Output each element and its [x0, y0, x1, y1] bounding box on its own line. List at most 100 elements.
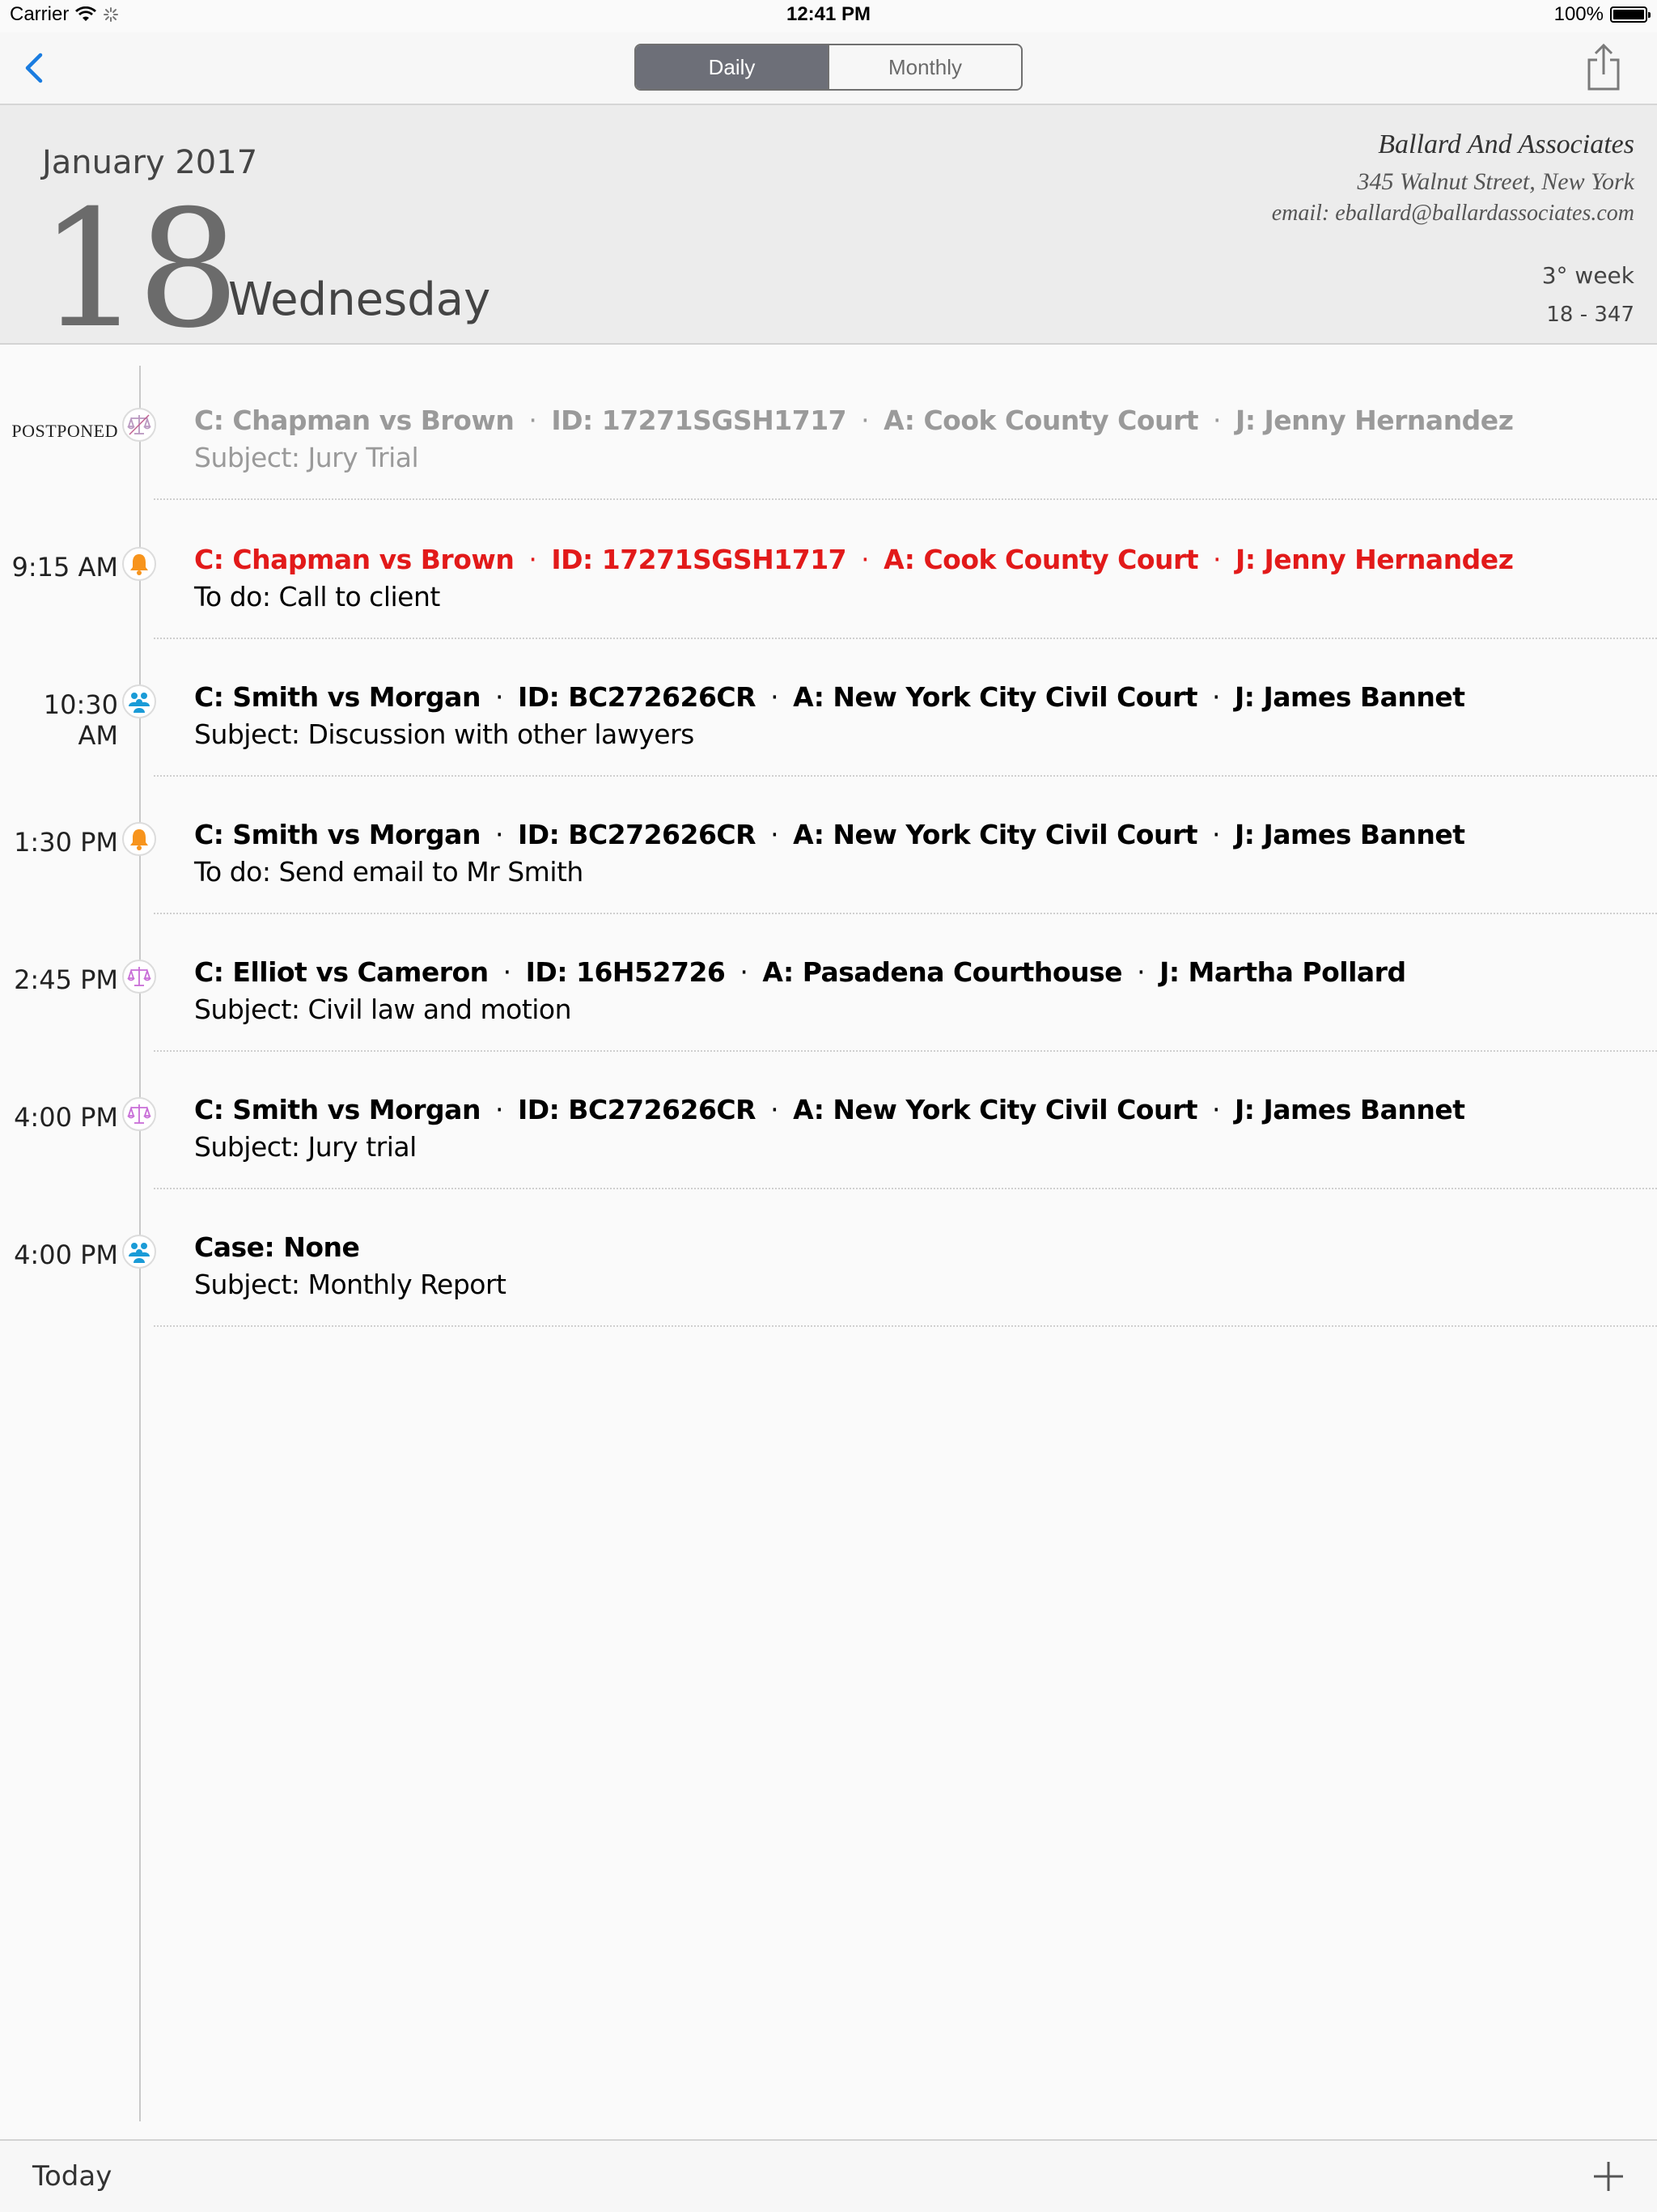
share-button[interactable] — [1583, 42, 1625, 94]
firm-info: Ballard And Associates 345 Walnut Street… — [1272, 129, 1634, 227]
event-row[interactable]: 4:00 PM C: Smith vs Morgan · ID: BC272626CR… — [0, 1094, 1657, 1241]
scales-icon — [127, 1104, 151, 1124]
event-court: A: Cook County Court — [884, 405, 1199, 436]
battery-percent: 100% — [1553, 3, 1604, 25]
separator: · — [1213, 544, 1222, 575]
event-subject: Subject: Jury trial — [194, 1131, 417, 1163]
scales-icon — [127, 414, 151, 435]
event-type-badge — [122, 960, 156, 994]
back-chevron-icon — [25, 53, 43, 83]
separator: · — [770, 819, 779, 850]
share-icon — [1587, 43, 1620, 91]
event-case-id: ID: 17271SGSH1717 — [551, 544, 847, 575]
week-number: 3° week — [1541, 262, 1634, 289]
event-court: A: Pasadena Courthouse — [762, 956, 1123, 988]
event-subject: Subject: Discussion with other lawyers — [194, 718, 694, 750]
event-judge: J: James Bannet — [1235, 681, 1465, 713]
event-row[interactable]: 9:15 AM C: Chapman vs Brown · ID: 17271SGSH… — [0, 544, 1657, 691]
event-judge: J: Jenny Hernandez — [1235, 405, 1514, 436]
meeting-icon — [129, 1243, 150, 1263]
separator: · — [1212, 681, 1221, 713]
separator: · — [1213, 405, 1222, 436]
event-judge: J: Martha Pollard — [1159, 956, 1406, 988]
event-subject: Subject: Monthly Report — [194, 1269, 506, 1300]
event-type-badge — [122, 408, 156, 442]
event-case: C: Chapman vs Brown — [194, 544, 515, 575]
event-time: 2:45 PM — [14, 964, 118, 995]
view-mode-segmented-control: Daily Monthly — [634, 44, 1023, 91]
event-title: C: Smith vs Morgan · ID: BC272626CR · A: New… — [194, 819, 1465, 850]
scales-icon — [127, 967, 151, 986]
event-case: Case: None — [194, 1231, 360, 1263]
segment-daily[interactable]: Daily — [636, 45, 828, 89]
separator: · — [1212, 819, 1221, 850]
event-title: C: Elliot vs Cameron · ID: 16H52726 · A: Pas… — [194, 956, 1406, 988]
row-divider — [154, 638, 1657, 639]
separator: · — [861, 544, 870, 575]
postponed-label: POSTPONED — [11, 421, 118, 441]
clock: 12:41 PM — [786, 3, 871, 25]
event-title: Case: None — [194, 1231, 360, 1263]
separator: · — [740, 956, 748, 988]
event-time: 9:15 AM — [11, 552, 118, 583]
event-title: C: Smith vs Morgan · ID: BC272626CR · A: New… — [194, 1094, 1465, 1125]
event-time: 1:30 PM — [14, 827, 118, 858]
row-divider — [154, 1050, 1657, 1052]
event-type-badge — [122, 684, 156, 718]
event-court: A: Cook County Court — [884, 544, 1199, 575]
event-case: C: Smith vs Morgan — [194, 681, 481, 713]
status-bar: Carrier 12:41 PM 100% — [0, 0, 1657, 32]
event-row[interactable]: 10:30 AM C: Smith vs Morgan · ID: BC272626C… — [0, 681, 1657, 828]
separator: · — [861, 405, 870, 436]
event-title: C: Chapman vs Brown · ID: 17271SGSH1717 · A:… — [194, 544, 1514, 575]
separator: · — [494, 819, 504, 850]
event-subject: To do: Send email to Mr Smith — [194, 856, 583, 888]
event-type-badge — [122, 822, 156, 856]
event-row[interactable]: 2:45 PM C: Elliot vs Cameron · ID: 16H52726… — [0, 956, 1657, 1104]
row-divider — [154, 498, 1657, 500]
row-divider — [154, 775, 1657, 777]
bottom-toolbar: Today — [0, 2139, 1657, 2212]
event-case: C: Smith vs Morgan — [194, 819, 481, 850]
event-time: 4:00 PM — [14, 1239, 118, 1270]
date-header: January 2017 18 Wednesday Ballard And As… — [0, 105, 1657, 351]
event-case: C: Smith vs Morgan — [194, 1094, 481, 1125]
firm-address: 345 Walnut Street, New York — [1357, 168, 1634, 195]
bell-icon — [130, 554, 148, 575]
back-button[interactable] — [18, 50, 53, 86]
event-time: 10:30 AM — [43, 689, 118, 751]
separator: · — [770, 1094, 779, 1125]
separator: · — [1212, 1094, 1221, 1125]
row-divider — [154, 1188, 1657, 1189]
bell-icon — [130, 829, 148, 850]
battery-icon — [1610, 6, 1651, 23]
add-button[interactable] — [1589, 2157, 1628, 2196]
event-row[interactable]: POSTPONED C: Chapman vs Brown · ID: 17271SG… — [0, 405, 1657, 552]
event-row[interactable]: 4:00 PM Case: None Subject: Monthly Report — [0, 1231, 1657, 1379]
event-court: A: New York City Civil Court — [793, 819, 1198, 850]
event-title: C: Chapman vs Brown · ID: 17271SGSH1717 · A:… — [194, 405, 1514, 436]
event-subject: Subject: Jury Trial — [194, 442, 419, 473]
event-time: 4:00 PM — [14, 1102, 118, 1133]
firm-name: Ballard And Associates — [1378, 129, 1634, 159]
separator: · — [528, 405, 537, 436]
event-row[interactable]: 1:30 PM C: Smith vs Morgan · ID: BC272626CR… — [0, 819, 1657, 966]
separator: · — [494, 1094, 504, 1125]
nav-bar: Daily Monthly — [0, 32, 1657, 105]
row-divider — [154, 1325, 1657, 1327]
day-number: 18 — [39, 176, 239, 364]
today-button[interactable]: Today — [32, 2160, 112, 2193]
add-icon — [1594, 2162, 1623, 2191]
event-subject: To do: Call to client — [194, 581, 440, 612]
meeting-icon — [129, 693, 150, 713]
event-case-id: ID: BC272626CR — [517, 681, 756, 713]
event-type-badge — [122, 1235, 156, 1269]
firm-email: email: eballard@ballardassociates.com — [1271, 201, 1634, 226]
event-judge: J: James Bannet — [1235, 1094, 1465, 1125]
segment-monthly[interactable]: Monthly — [828, 45, 1021, 89]
separator: · — [494, 681, 504, 713]
event-type-badge — [122, 547, 156, 581]
event-case-id: ID: 16H52726 — [525, 956, 726, 988]
separator: · — [770, 681, 779, 713]
weekday: Wednesday — [228, 273, 491, 326]
